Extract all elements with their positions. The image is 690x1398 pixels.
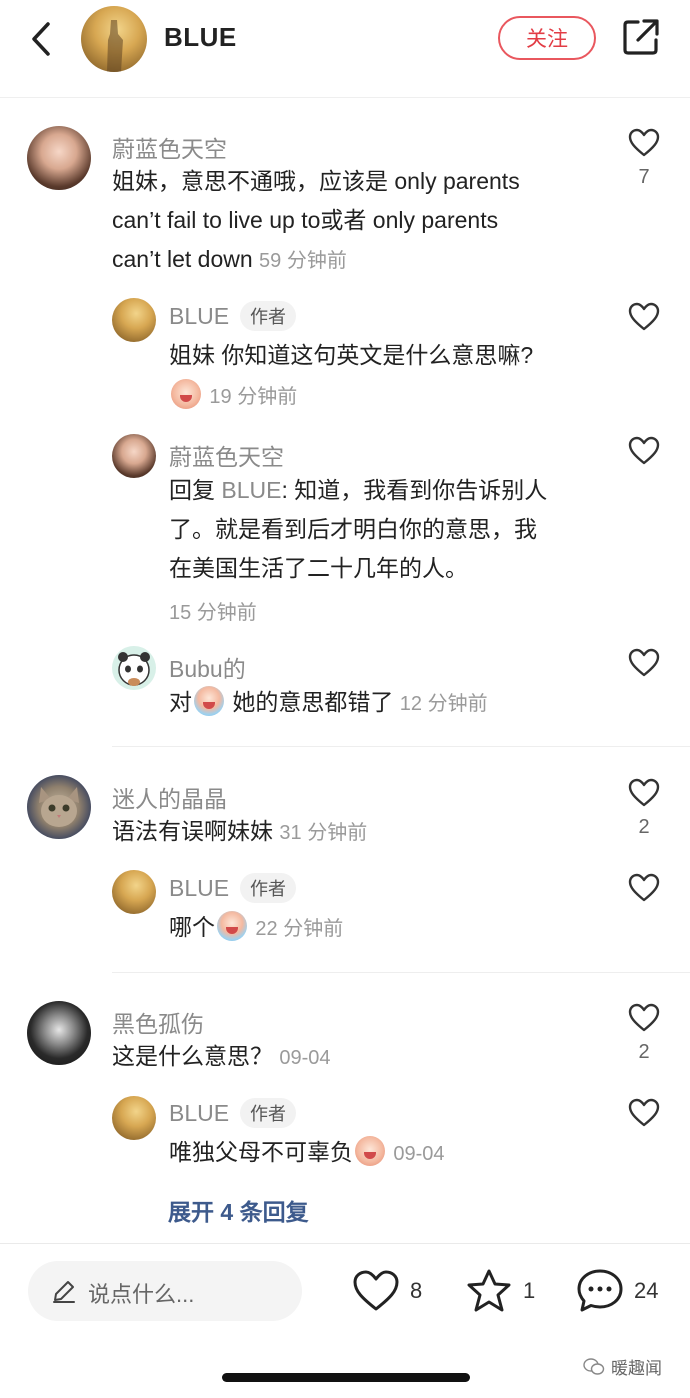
emoji-icon bbox=[194, 686, 224, 716]
comment-text: 这是什么意思？ 09-04 bbox=[112, 1037, 331, 1078]
reply-target[interactable]: BLUE bbox=[221, 477, 281, 503]
comment-bubble-icon bbox=[577, 1269, 623, 1312]
author-tag: 作者 bbox=[240, 1098, 296, 1128]
reply-line: 了。就是看到后才明白你的意思，我 bbox=[169, 516, 537, 542]
reply-time: 15 分钟前 bbox=[169, 602, 257, 624]
reply-text-part: 她的意思都错了 bbox=[232, 689, 394, 715]
author-name[interactable]: BLUE bbox=[164, 22, 237, 53]
favorite-button[interactable]: 1 bbox=[465, 1264, 535, 1318]
wechat-icon bbox=[583, 1357, 605, 1375]
comment-time: 59 分钟前 bbox=[259, 250, 347, 272]
reply-prefix: 回复 bbox=[169, 477, 215, 503]
comment-line: 姐妹，意思不通哦，应该是 only parents bbox=[112, 168, 520, 194]
like-count: 2 bbox=[638, 816, 650, 838]
bottom-bar-divider bbox=[0, 1243, 690, 1244]
heart-icon[interactable] bbox=[628, 778, 660, 808]
comment-count: 24 bbox=[634, 1278, 659, 1303]
comment-time: 09-04 bbox=[279, 1047, 331, 1069]
heart-icon[interactable] bbox=[628, 648, 660, 678]
watermark-text: 暖趣闻 bbox=[611, 1359, 662, 1378]
emoji-icon bbox=[171, 379, 201, 409]
reply-avatar[interactable] bbox=[112, 870, 156, 914]
comment-time: 31 分钟前 bbox=[279, 822, 368, 844]
reply-line: 在美国生活了二十几年的人。 bbox=[169, 555, 468, 581]
comment-line: can’t let down bbox=[112, 246, 253, 272]
like-count: 7 bbox=[638, 166, 650, 188]
comment-body: 语法有误啊妹妹 bbox=[112, 818, 273, 844]
author-avatar[interactable] bbox=[81, 6, 147, 72]
reply-avatar[interactable] bbox=[112, 298, 156, 342]
expand-replies-link[interactable]: 展开 4 条回复 bbox=[168, 1193, 309, 1227]
home-indicator[interactable] bbox=[222, 1373, 470, 1382]
like-count-total: 8 bbox=[410, 1278, 423, 1303]
share-icon bbox=[623, 19, 659, 55]
heart-icon[interactable] bbox=[628, 873, 660, 903]
reply-avatar[interactable] bbox=[112, 646, 156, 690]
input-placeholder: 说点什么... bbox=[88, 1282, 195, 1307]
heart-icon[interactable] bbox=[628, 436, 660, 466]
commenter-name[interactable]: 黑色孤伤 bbox=[112, 1005, 204, 1039]
reply-time: 12 分钟前 bbox=[399, 693, 488, 715]
comment-divider bbox=[112, 972, 690, 973]
like-count: 2 bbox=[638, 1041, 650, 1063]
favorite-count: 1 bbox=[523, 1278, 536, 1303]
reply-name[interactable]: BLUE bbox=[169, 1100, 229, 1127]
commenter-avatar[interactable] bbox=[27, 1001, 91, 1065]
reply-avatar[interactable] bbox=[112, 434, 156, 478]
top-nav-bar: BLUE 关注 bbox=[0, 0, 690, 84]
comment-line: can’t fail to live up to或者 only parents bbox=[112, 207, 499, 233]
emoji-icon bbox=[355, 1136, 385, 1166]
reply-name[interactable]: BLUE bbox=[169, 303, 229, 330]
reply-text-part: 对 bbox=[169, 689, 192, 715]
share-button[interactable] bbox=[620, 16, 662, 58]
heart-icon[interactable] bbox=[628, 302, 660, 332]
reply-time: 22 分钟前 bbox=[255, 918, 344, 940]
header-divider bbox=[0, 97, 690, 98]
reply-name[interactable]: BLUE bbox=[169, 875, 229, 902]
comment-text: 语法有误啊妹妹 31 分钟前 bbox=[112, 812, 367, 853]
comment-body: 这是什么意思？ bbox=[112, 1043, 273, 1069]
comment-divider bbox=[112, 746, 690, 747]
reply-body: 唯独父母不可辜负 bbox=[169, 1139, 353, 1165]
watermark: 暖趣闻 bbox=[583, 1354, 662, 1379]
reply-time: 19 分钟前 bbox=[209, 386, 298, 408]
pencil-icon bbox=[53, 1281, 75, 1303]
reply-text: 唯独父母不可辜负 09-04 bbox=[169, 1133, 445, 1174]
back-button[interactable] bbox=[26, 20, 60, 58]
heart-icon[interactable] bbox=[628, 128, 660, 158]
author-tag: 作者 bbox=[240, 873, 296, 903]
reply-avatar[interactable] bbox=[112, 1096, 156, 1140]
reply-text: 姐妹 你知道这句英文是什么意思嘛? bbox=[169, 342, 534, 368]
follow-button[interactable]: 关注 bbox=[498, 16, 596, 60]
reply-text: 哪个 22 分钟前 bbox=[169, 908, 343, 949]
author-tag: 作者 bbox=[240, 301, 296, 331]
comment-button[interactable]: 24 bbox=[576, 1264, 658, 1318]
heart-icon[interactable] bbox=[628, 1098, 660, 1128]
reply-body: 哪个 bbox=[169, 914, 215, 940]
heart-icon[interactable] bbox=[628, 1003, 660, 1033]
reply-name[interactable]: 蔚蓝色天空 bbox=[169, 438, 284, 472]
comment-text: 姐妹，意思不通哦，应该是 only parents can’t fail to … bbox=[112, 162, 592, 281]
heart-icon bbox=[353, 1270, 399, 1311]
commenter-avatar[interactable] bbox=[27, 775, 91, 839]
back-arrow-icon bbox=[32, 22, 50, 56]
reply-line: 知道，我看到你告诉别人 bbox=[294, 477, 548, 503]
star-icon bbox=[467, 1269, 511, 1312]
reply-text: 对 她的意思都错了 12 分钟前 bbox=[169, 683, 488, 724]
like-button[interactable]: 8 bbox=[352, 1264, 422, 1318]
commenter-name[interactable]: 迷人的晶晶 bbox=[112, 780, 227, 814]
reply-time: 09-04 bbox=[393, 1143, 445, 1165]
commenter-avatar[interactable] bbox=[27, 126, 91, 190]
reply-name[interactable]: Bubu的 bbox=[169, 650, 246, 684]
reply-text: 回复 BLUE: 知道，我看到你告诉别人 了。就是看到后才明白你的意思，我 在美… bbox=[169, 471, 599, 588]
comment-input[interactable]: 说点什么... bbox=[28, 1261, 302, 1321]
reply-meta: 19 分钟前 bbox=[169, 376, 297, 417]
emoji-icon bbox=[217, 911, 247, 941]
commenter-name[interactable]: 蔚蓝色天空 bbox=[112, 130, 227, 164]
